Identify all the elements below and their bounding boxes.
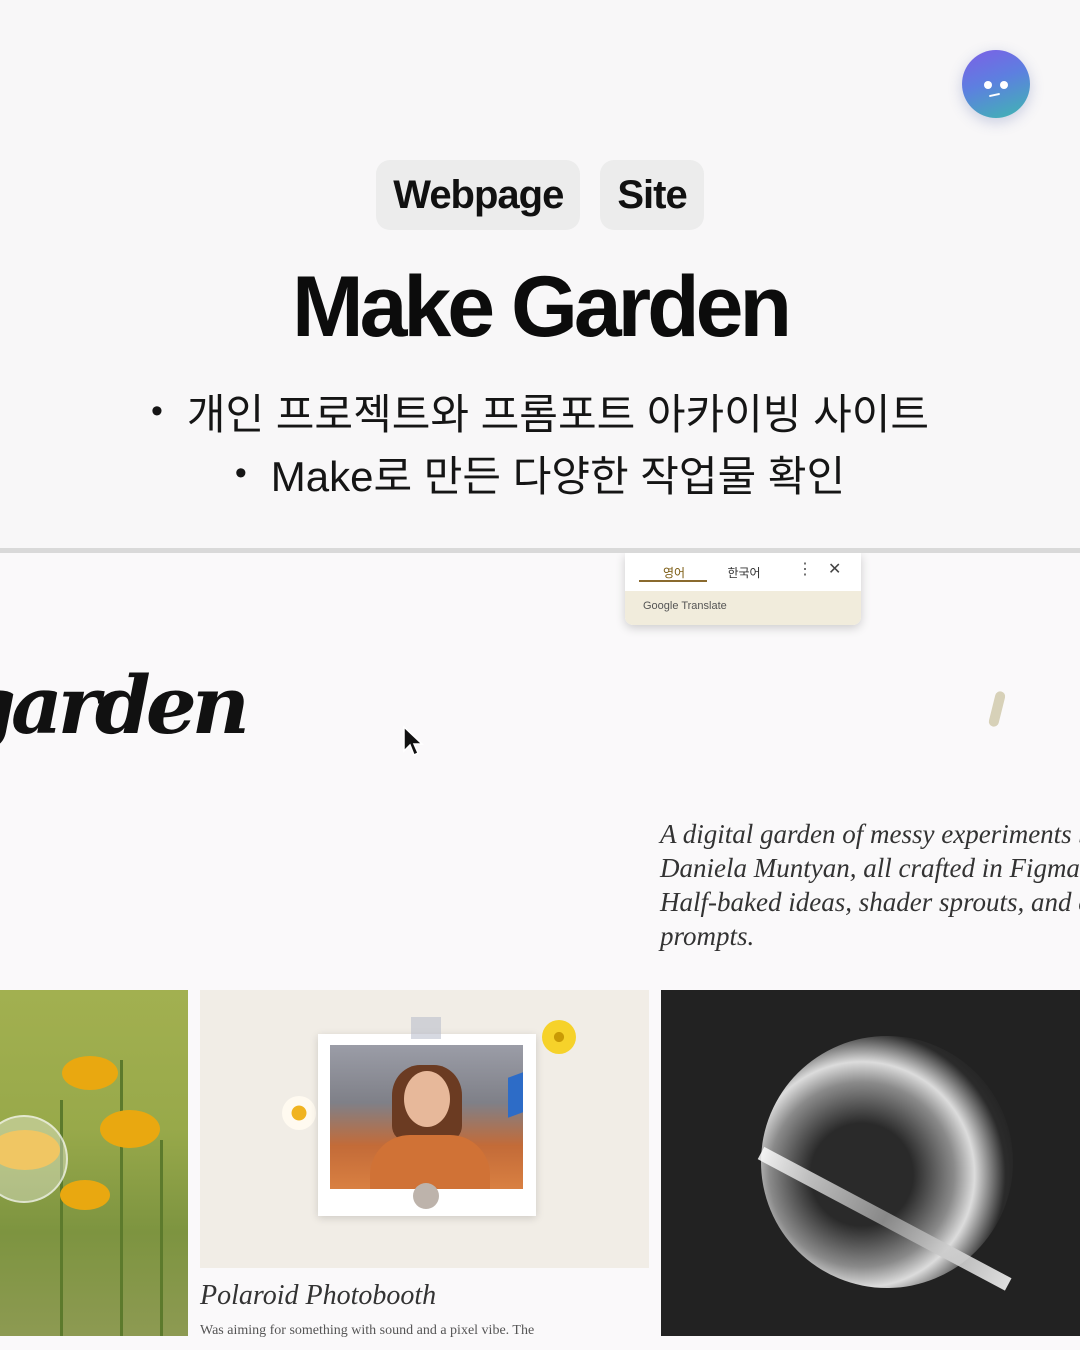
- avatar-eye-icon: [1000, 81, 1008, 89]
- project-card-shader[interactable]: [661, 990, 1080, 1336]
- mouse-cursor-icon: [403, 725, 424, 757]
- shader-streak: [757, 1146, 1012, 1291]
- tab-target-language[interactable]: 한국어: [709, 564, 779, 581]
- shader-orb: [757, 1036, 1013, 1291]
- tag-webpage: Webpage: [376, 160, 581, 230]
- flower-petal: [62, 1056, 118, 1090]
- flower-petal: [100, 1110, 160, 1148]
- bullet-list: • 개인 프로젝트와 프롬포트 아카이빙 사이트 • Make로 만든 다양한 …: [0, 380, 1080, 504]
- avatar-eye-icon: [984, 81, 992, 89]
- page-title: Make Garden: [291, 259, 792, 355]
- daisy-decoration: [282, 1096, 316, 1130]
- bullet-dot-icon: •: [234, 453, 247, 492]
- pencil-icon: [987, 690, 1007, 728]
- avatar[interactable]: [962, 50, 1030, 118]
- photo-body: [370, 1135, 490, 1189]
- translate-brand: Google Translate: [625, 591, 861, 625]
- flower-decoration: [542, 1020, 576, 1054]
- bullet-text: 개인 프로젝트와 프롬포트 아카이빙 사이트: [186, 390, 930, 438]
- site-preview: 영어 한국어 ⋮ ✕ Google Translate garden A dig…: [0, 553, 1080, 1350]
- intro-line: prompts.: [660, 921, 755, 951]
- card-title[interactable]: Polaroid Photobooth: [200, 1280, 436, 1312]
- intro-line: Daniela Muntyan, all crafted in Figma Ma…: [660, 853, 1080, 883]
- bullet-item: • 개인 프로젝트와 프롬포트 아카이빙 사이트: [0, 380, 1080, 442]
- photo: [330, 1045, 523, 1189]
- bullet-dot-icon: •: [150, 391, 163, 430]
- tab-source-language[interactable]: 영어: [639, 564, 709, 581]
- flower-stem: [160, 1140, 163, 1336]
- site-logo[interactable]: garden: [0, 658, 250, 752]
- close-icon[interactable]: ✕: [828, 559, 841, 579]
- photo-face: [404, 1071, 450, 1127]
- bullet-text: Make로 만든 다양한 작업물 확인: [270, 452, 846, 500]
- translate-tabs: 영어 한국어 ⋮ ✕: [625, 553, 861, 591]
- flower-petal: [60, 1180, 110, 1210]
- site-intro: A digital garden of messy experiments by…: [660, 817, 1080, 953]
- project-card-polaroid[interactable]: [200, 990, 649, 1268]
- intro-line: Half-baked ideas, shader sprouts, and cu…: [660, 887, 1080, 917]
- project-card-flowers[interactable]: [0, 990, 188, 1336]
- translate-popup: 영어 한국어 ⋮ ✕ Google Translate: [625, 553, 861, 625]
- tag-group: Webpage Site: [0, 160, 1080, 230]
- active-tab-indicator: [639, 580, 707, 582]
- glass-lens: [0, 1115, 68, 1203]
- bullet-item: • Make로 만든 다양한 작업물 확인: [0, 442, 1080, 504]
- avatar-mouth-icon: [988, 92, 1001, 98]
- intro-line: A digital garden of messy experiments by: [660, 819, 1080, 849]
- flower-stem: [120, 1060, 123, 1336]
- tag-site: Site: [600, 160, 704, 230]
- card-description: Was aiming for something with sound and …: [200, 1323, 535, 1338]
- tape: [411, 1017, 441, 1039]
- shutter-button[interactable]: [413, 1183, 439, 1209]
- photo-background-object: [508, 1072, 523, 1118]
- more-icon[interactable]: ⋮: [797, 559, 813, 579]
